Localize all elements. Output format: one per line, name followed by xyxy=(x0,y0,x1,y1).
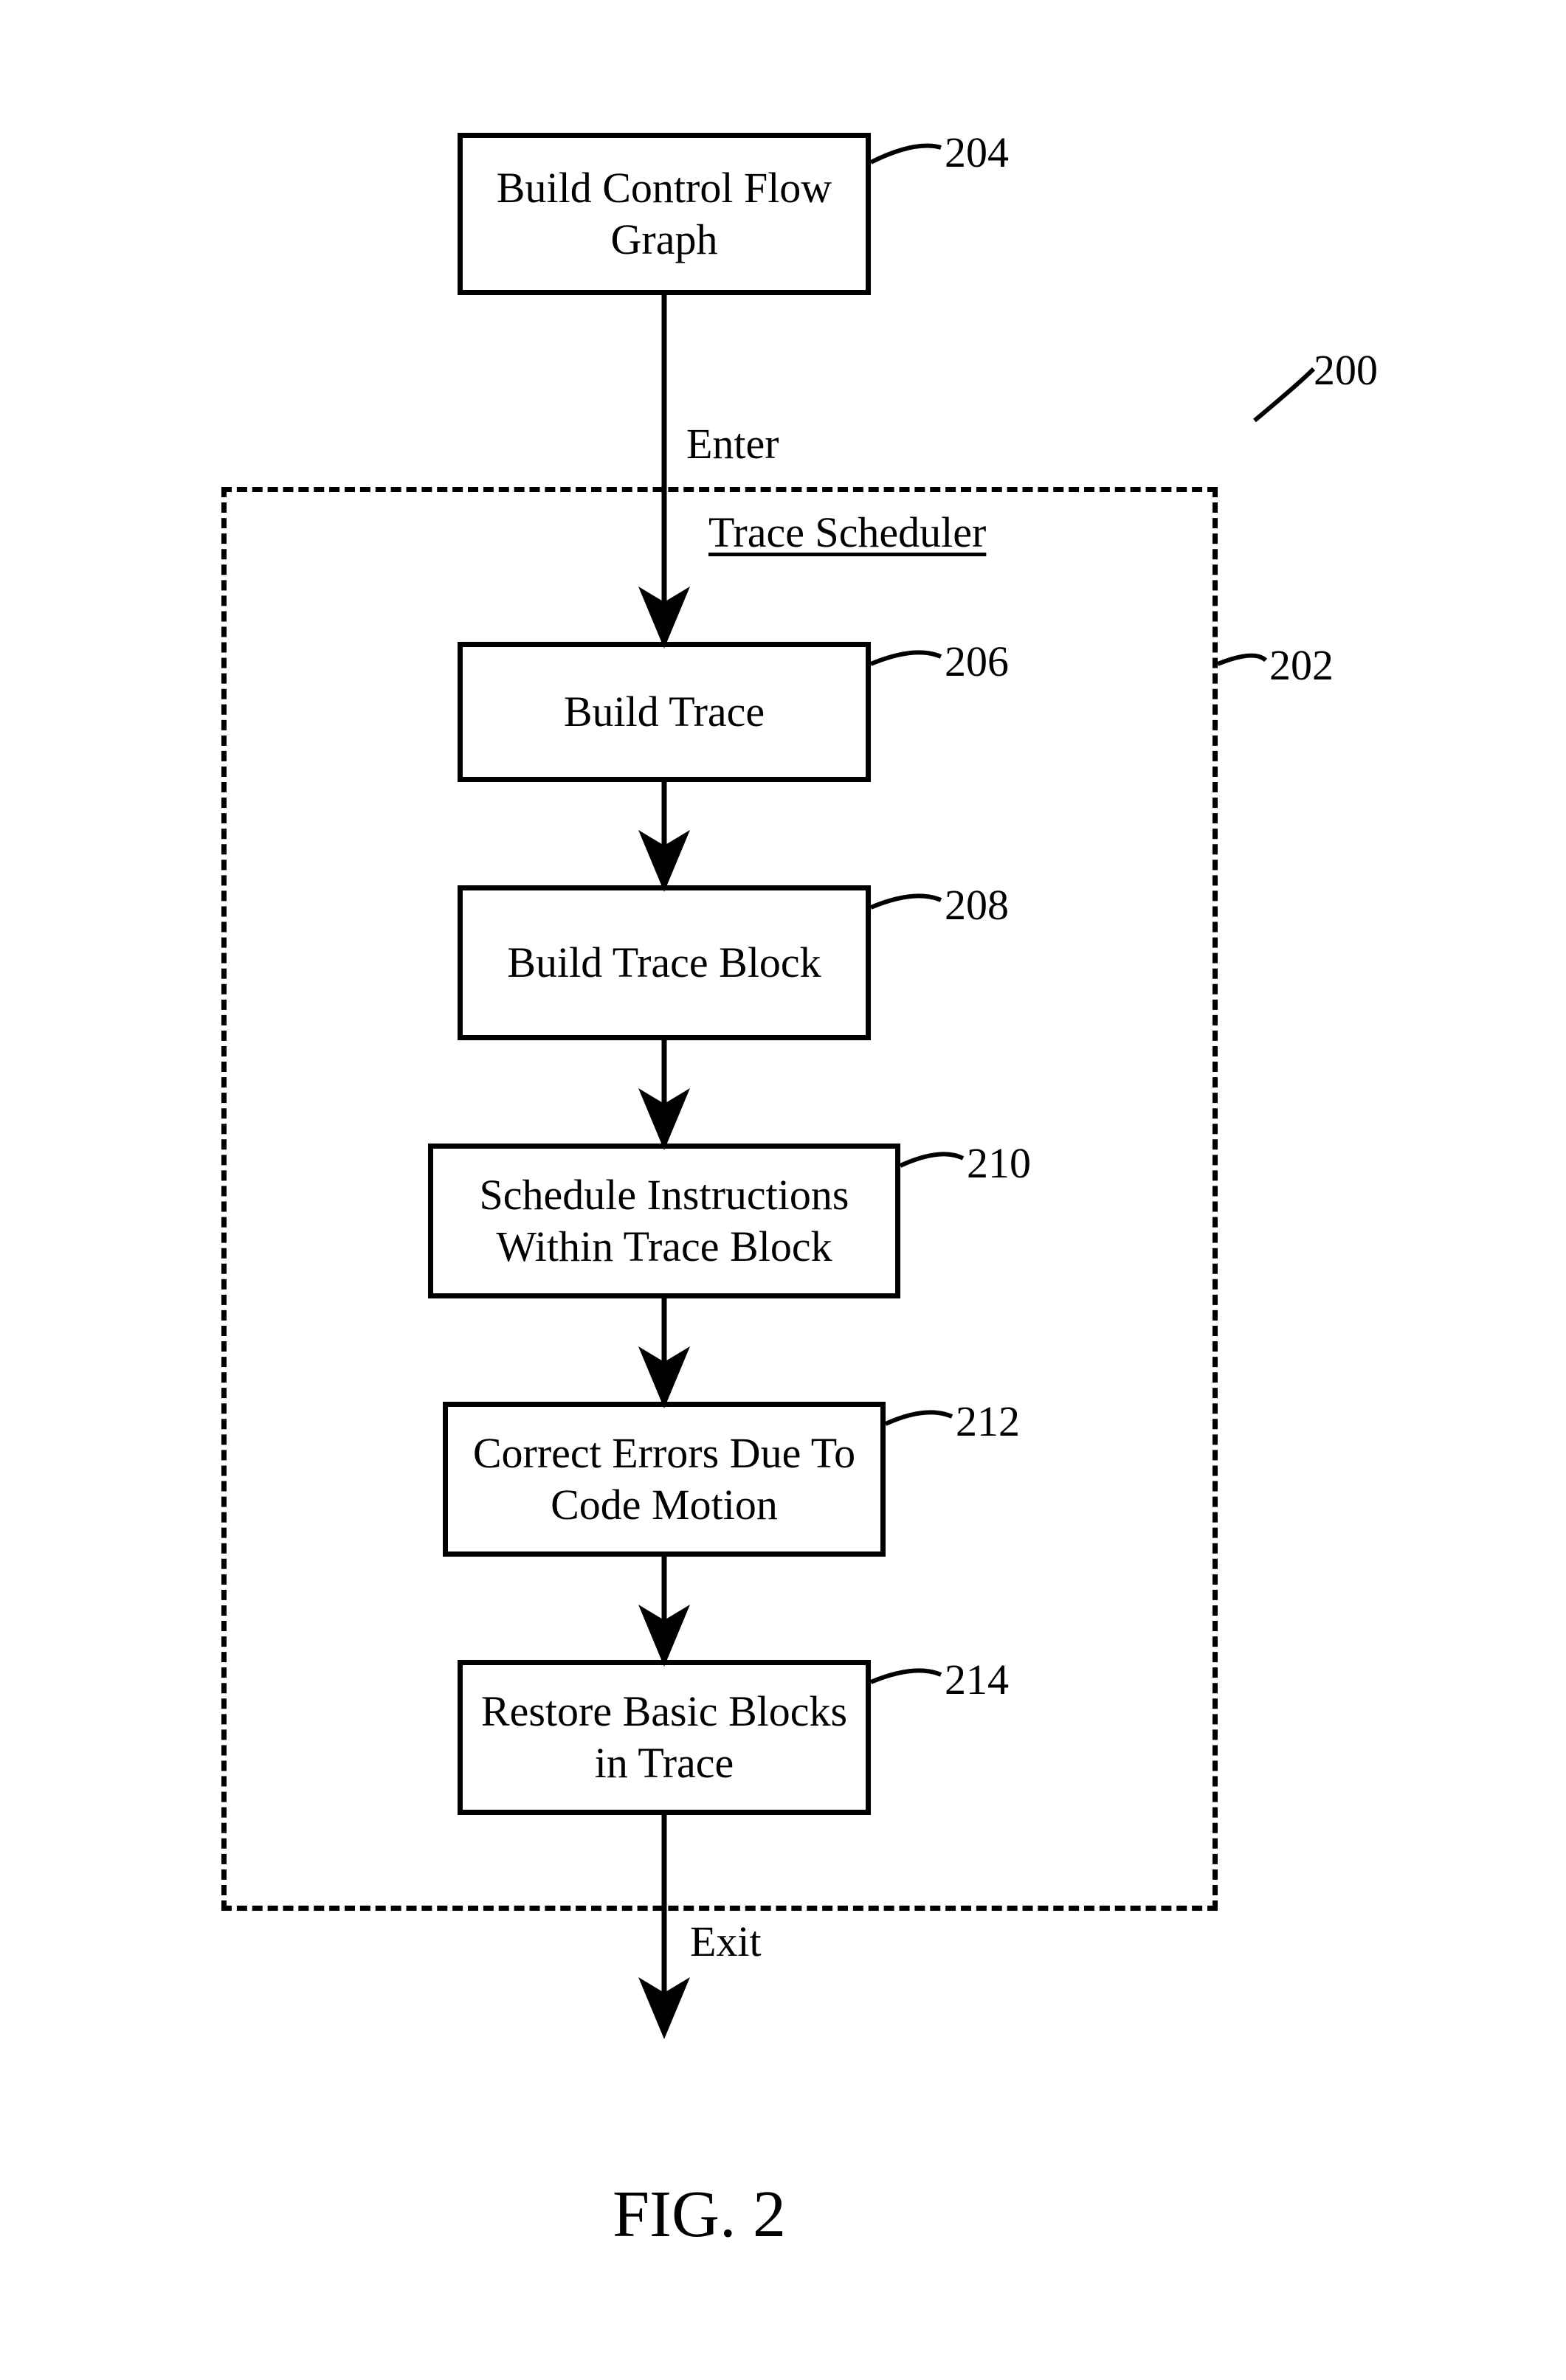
ref-210: 210 xyxy=(967,1140,1031,1187)
box-210-text: Schedule Instructions Within Trace Block xyxy=(448,1169,880,1272)
ref-206: 206 xyxy=(945,638,1009,685)
exit-label: Exit xyxy=(690,1918,762,1965)
ref-208: 208 xyxy=(945,882,1009,929)
box-208: Build Trace Block xyxy=(458,885,871,1040)
box-212: Correct Errors Due To Code Motion xyxy=(443,1402,886,1557)
box-212-text: Correct Errors Due To Code Motion xyxy=(463,1428,866,1530)
box-204-text: Build Control Flow Graph xyxy=(477,162,851,265)
box-214-text: Restore Basic Blocks in Trace xyxy=(477,1686,851,1788)
enter-label: Enter xyxy=(686,421,779,468)
ref-204: 204 xyxy=(945,129,1009,176)
ref-212: 212 xyxy=(956,1398,1020,1445)
figure-caption: FIG. 2 xyxy=(613,2176,786,2252)
box-208-text: Build Trace Block xyxy=(507,937,821,989)
ref-200: 200 xyxy=(1314,347,1378,394)
box-204: Build Control Flow Graph xyxy=(458,133,871,295)
box-214: Restore Basic Blocks in Trace xyxy=(458,1660,871,1815)
ref-214: 214 xyxy=(945,1656,1009,1703)
box-210: Schedule Instructions Within Trace Block xyxy=(428,1144,900,1298)
box-206-text: Build Trace xyxy=(564,686,765,738)
scheduler-title: Trace Scheduler xyxy=(708,509,986,556)
ref-202: 202 xyxy=(1269,642,1334,689)
box-206: Build Trace xyxy=(458,642,871,782)
